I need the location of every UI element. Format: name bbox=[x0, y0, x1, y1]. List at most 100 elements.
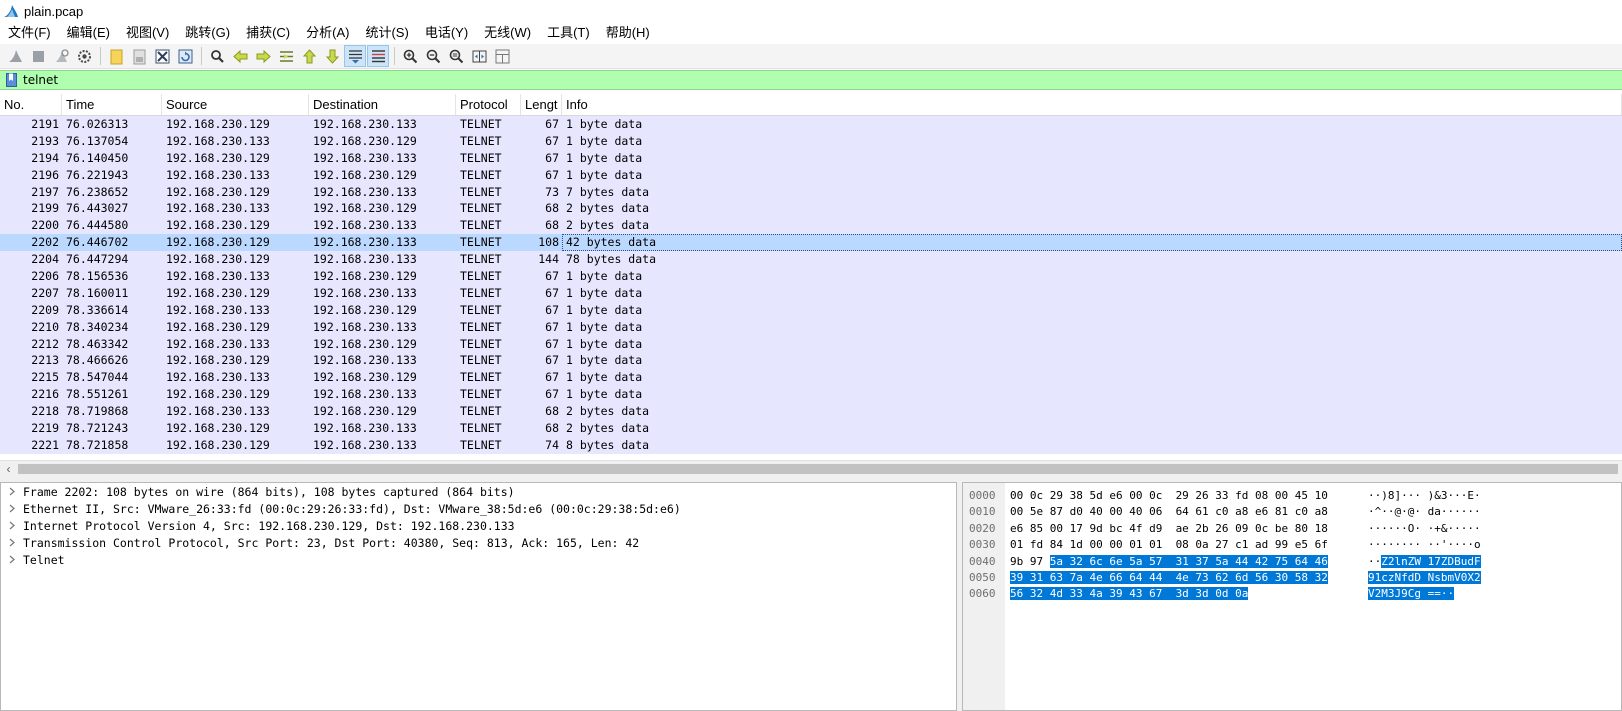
stop-square-icon[interactable] bbox=[27, 45, 49, 67]
packet-row[interactable]: 2199 76.443027 192.168.230.133 192.168.230.… bbox=[0, 200, 1622, 218]
packet-row[interactable]: 2207 78.160011 192.168.230.129 192.168.230.… bbox=[0, 284, 1622, 302]
bytes-offset: 0020 bbox=[969, 521, 996, 535]
packet-row[interactable]: 2213 78.466626 192.168.230.129 192.168.230.… bbox=[0, 352, 1622, 370]
chevron-right-icon[interactable] bbox=[1, 551, 23, 568]
hex-highlight: 5a 32 6c 6e 5a 57 31 37 5a 44 42 75 64 4… bbox=[1049, 554, 1328, 568]
save-file-icon[interactable] bbox=[128, 45, 150, 67]
zoom-normal-icon[interactable] bbox=[445, 45, 467, 67]
menu-item[interactable]: 分析(A) bbox=[298, 22, 357, 44]
bytes-ascii[interactable]: ··Z2lnZW 17ZDBudF bbox=[1368, 553, 1481, 570]
shark-fin-start-icon[interactable] bbox=[4, 45, 26, 67]
detail-tree-item[interactable]: Ethernet II, Src: VMware_26:33:fd (00:0c… bbox=[1, 500, 956, 517]
packet-list-body: 2191 76.026313 192.168.230.129 192.168.230.… bbox=[0, 116, 1622, 454]
filter-bookmark-icon[interactable] bbox=[3, 71, 19, 89]
layout-icon[interactable] bbox=[491, 45, 513, 67]
bytes-ascii[interactable]: ·^··@·@· da······ bbox=[1368, 503, 1481, 520]
bytes-ascii[interactable]: 91czNfdD NsbmV0X2 bbox=[1368, 569, 1481, 586]
bytes-hex[interactable]: 00 0c 29 38 5d e6 00 0c 29 26 33 fd 08 0… bbox=[1010, 487, 1328, 504]
chevron-right-icon[interactable] bbox=[1, 483, 23, 500]
packet-row[interactable]: 2212 78.463342 192.168.230.133 192.168.230.… bbox=[0, 335, 1622, 353]
go-back-icon[interactable] bbox=[229, 45, 251, 67]
menu-item[interactable]: 帮助(H) bbox=[598, 22, 658, 44]
cell-no: 2212 bbox=[31, 336, 59, 351]
menu-item[interactable]: 无线(W) bbox=[476, 22, 539, 44]
scroll-left-icon[interactable]: ‹ bbox=[0, 461, 17, 477]
bytes-hex[interactable]: 39 31 63 7a 4e 66 64 44 4e 73 62 6d 56 3… bbox=[1010, 569, 1328, 586]
detail-tree-label: Internet Protocol Version 4, Src: 192.16… bbox=[23, 518, 515, 533]
chevron-right-icon[interactable] bbox=[1, 534, 23, 551]
zoom-in-icon[interactable] bbox=[399, 45, 421, 67]
detail-tree-item[interactable]: Frame 2202: 108 bytes on wire (864 bits)… bbox=[1, 483, 956, 500]
packet-row[interactable]: 2216 78.551261 192.168.230.129 192.168.230.… bbox=[0, 386, 1622, 404]
reload-icon[interactable] bbox=[174, 45, 196, 67]
menu-item[interactable]: 视图(V) bbox=[118, 22, 177, 44]
packet-row[interactable]: 2221 78.721858 192.168.230.129 192.168.230.… bbox=[0, 436, 1622, 454]
col-header-source[interactable]: Source bbox=[162, 94, 309, 115]
close-file-icon[interactable] bbox=[151, 45, 173, 67]
packet-row[interactable]: 2193 76.137054 192.168.230.133 192.168.230.… bbox=[0, 132, 1622, 150]
menu-item[interactable]: 电话(Y) bbox=[417, 22, 476, 44]
col-header-destination[interactable]: Destination bbox=[309, 94, 456, 115]
go-first-icon[interactable] bbox=[298, 45, 320, 67]
open-folder-icon[interactable] bbox=[105, 45, 127, 67]
bytes-ascii[interactable]: V2M3J9Cg ==·· bbox=[1368, 585, 1455, 602]
col-header-info[interactable]: Info bbox=[562, 94, 1622, 115]
autoscroll-icon[interactable] bbox=[344, 45, 366, 67]
packet-row[interactable]: 2210 78.340234 192.168.230.129 192.168.230.… bbox=[0, 318, 1622, 336]
bytes-ascii[interactable]: ··)8]··· )&3···E· bbox=[1368, 487, 1481, 504]
packet-row[interactable]: 2215 78.547044 192.168.230.133 192.168.230.… bbox=[0, 369, 1622, 387]
detail-tree-item[interactable]: Internet Protocol Version 4, Src: 192.16… bbox=[1, 517, 956, 534]
menu-item[interactable]: 编辑(E) bbox=[59, 22, 118, 44]
bytes-hex[interactable]: 56 32 4d 33 4a 39 43 67 3d 3d 0d 0a bbox=[1010, 585, 1249, 602]
col-header-time[interactable]: Time bbox=[62, 94, 162, 115]
go-forward-icon[interactable] bbox=[252, 45, 274, 67]
bytes-hex[interactable]: 9b 97 5a 32 6c 6e 5a 57 31 37 5a 44 42 7… bbox=[1010, 553, 1328, 570]
chevron-right-icon[interactable] bbox=[1, 517, 23, 534]
cell-no: 2207 bbox=[31, 285, 59, 300]
packet-row[interactable]: 2218 78.719868 192.168.230.133 192.168.230.… bbox=[0, 403, 1622, 421]
menu-item[interactable]: 统计(S) bbox=[357, 22, 416, 44]
packet-row[interactable]: 2206 78.156536 192.168.230.133 192.168.230.… bbox=[0, 268, 1622, 285]
scroll-thumb[interactable] bbox=[18, 464, 1618, 474]
go-to-packet-icon[interactable] bbox=[275, 45, 297, 67]
zoom-out-icon[interactable] bbox=[422, 45, 444, 67]
packet-row[interactable]: 2197 76.238652 192.168.230.129 192.168.230.… bbox=[0, 183, 1622, 201]
bytes-hex[interactable]: 00 5e 87 d0 40 00 40 06 64 61 c0 a8 e6 8… bbox=[1010, 503, 1328, 520]
menu-item[interactable]: 捕获(C) bbox=[238, 22, 298, 44]
main-toolbar bbox=[0, 44, 1622, 69]
bytes-hex[interactable]: e6 85 00 17 9d bc 4f d9 ae 2b 26 09 0c b… bbox=[1010, 520, 1328, 537]
display-filter-input[interactable] bbox=[23, 71, 1523, 89]
bytes-hex[interactable]: 01 fd 84 1d 00 00 01 01 08 0a 27 c1 ad 9… bbox=[1010, 536, 1328, 553]
packet-list-hscrollbar[interactable]: ‹ bbox=[0, 460, 1622, 477]
packet-row-selected[interactable]: 2202 76.446702 192.168.230.129 192.168.230.… bbox=[0, 234, 1622, 252]
toolbar-separator bbox=[394, 47, 395, 65]
menu-item[interactable]: 文件(F) bbox=[0, 22, 59, 44]
find-packet-icon[interactable] bbox=[206, 45, 228, 67]
cell-info: 1 byte data bbox=[566, 353, 643, 368]
packet-row[interactable]: 2204 76.447294 192.168.230.129 192.168.230.… bbox=[0, 251, 1622, 269]
gear-options-icon[interactable] bbox=[73, 45, 95, 67]
bytes-ascii[interactable]: ········ ··'····o bbox=[1368, 536, 1481, 553]
restart-shark-icon[interactable] bbox=[50, 45, 72, 67]
packet-row[interactable]: 2191 76.026313 192.168.230.129 192.168.230.… bbox=[0, 116, 1622, 133]
bytes-ascii[interactable]: ······O· ·+&····· bbox=[1368, 520, 1481, 537]
chevron-right-icon[interactable] bbox=[1, 500, 23, 517]
cell-info: 7 bytes data bbox=[566, 184, 650, 199]
packet-row[interactable]: 2219 78.721243 192.168.230.129 192.168.230.… bbox=[0, 420, 1622, 437]
packet-row[interactable]: 2209 78.336614 192.168.230.133 192.168.230.… bbox=[0, 301, 1622, 319]
menu-item[interactable]: 跳转(G) bbox=[177, 22, 238, 44]
go-last-icon[interactable] bbox=[321, 45, 343, 67]
cell-time: 78.336614 bbox=[66, 302, 129, 317]
menu-item[interactable]: 工具(T) bbox=[539, 22, 598, 44]
packet-row[interactable]: 2194 76.140450 192.168.230.129 192.168.230.… bbox=[0, 149, 1622, 167]
col-header-protocol[interactable]: Protocol bbox=[456, 94, 521, 115]
detail-tree-item[interactable]: Transmission Control Protocol, Src Port:… bbox=[1, 534, 956, 551]
col-header-length[interactable]: Lengt bbox=[521, 94, 562, 115]
cell-destination: 192.168.230.129 bbox=[313, 269, 417, 284]
packet-row[interactable]: 2196 76.221943 192.168.230.133 192.168.230.… bbox=[0, 166, 1622, 184]
col-header-no[interactable]: No. bbox=[0, 94, 62, 115]
packet-row[interactable]: 2200 76.444580 192.168.230.129 192.168.230.… bbox=[0, 217, 1622, 235]
resize-columns-icon[interactable] bbox=[468, 45, 490, 67]
colorize-icon[interactable] bbox=[367, 45, 389, 67]
detail-tree-item[interactable]: Telnet bbox=[1, 551, 956, 568]
